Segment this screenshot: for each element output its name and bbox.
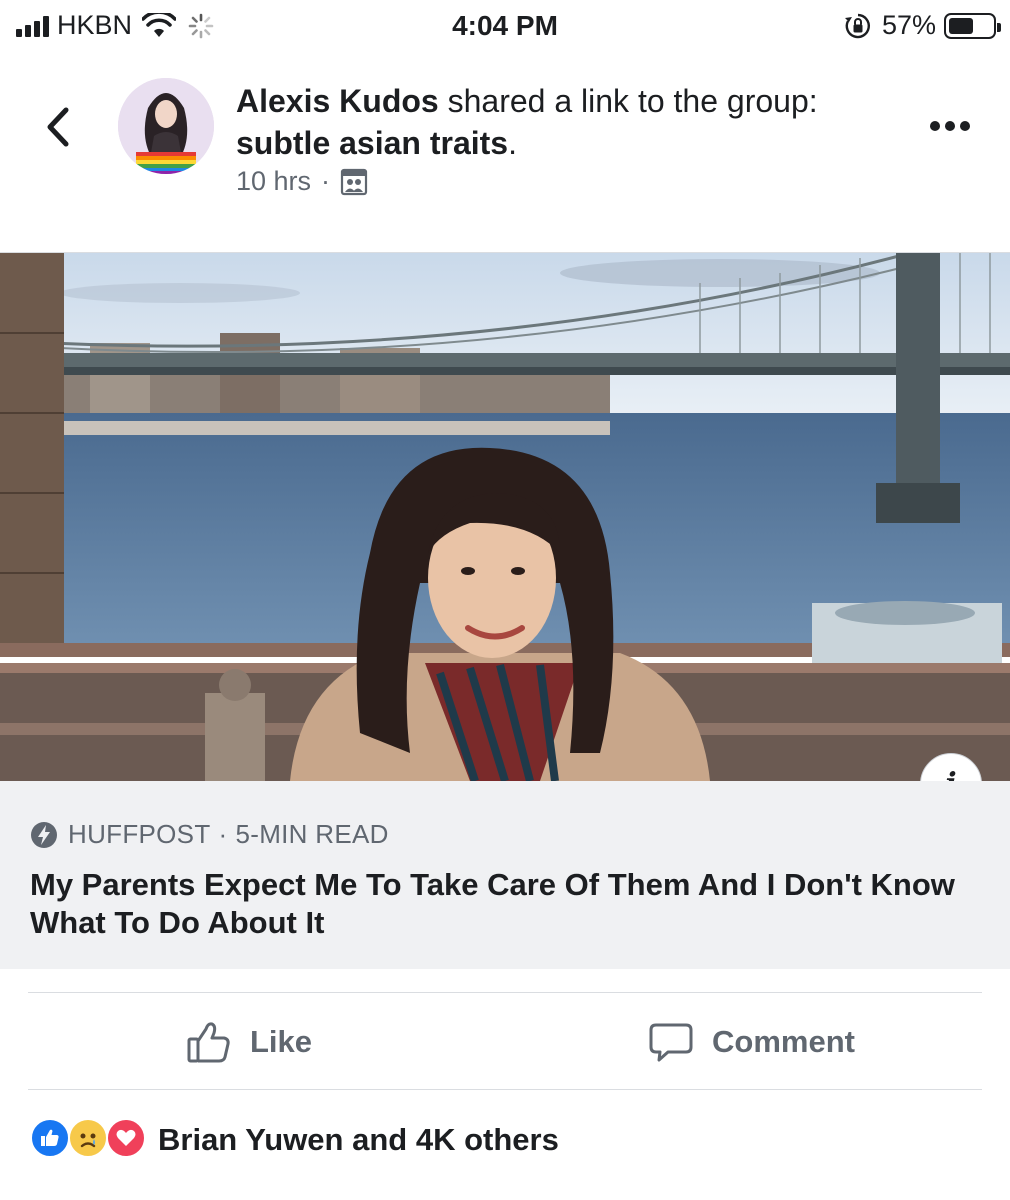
group-name-link[interactable]: subtle asian traits: [236, 125, 508, 161]
post-meta: 10 hrs ·: [236, 166, 368, 197]
post-header: Alexis Kudos shared a link to the group:…: [0, 52, 1010, 252]
battery-icon: [944, 12, 1001, 39]
more-dot-icon: [945, 121, 955, 131]
comment-button[interactable]: Comment: [648, 993, 855, 1091]
post-timestamp[interactable]: 10 hrs: [236, 166, 311, 197]
link-source: HUFFPOST: [68, 819, 211, 849]
comment-icon: [649, 1023, 693, 1062]
comment-label: Comment: [712, 1024, 855, 1059]
like-label: Like: [250, 1024, 313, 1059]
battery-percent: 57%: [881, 10, 936, 40]
reactions-summary-text[interactable]: Brian Yuwen and 4K others: [158, 1122, 559, 1158]
group-name-suffix: .: [508, 125, 517, 161]
status-bar-right: 57%: [844, 10, 1001, 41]
author-avatar[interactable]: [118, 78, 214, 174]
link-source-line: HUFFPOST · 5-MIN READ: [30, 819, 980, 850]
link-read-time: 5-MIN READ: [235, 819, 389, 849]
battery-fill: [949, 17, 973, 34]
status-bar: HKBN 4:04 PM 57%: [0, 0, 1010, 52]
link-info[interactable]: HUFFPOST · 5-MIN READ My Parents Expect …: [0, 781, 1010, 969]
like-button[interactable]: Like: [186, 993, 312, 1091]
author-name-link[interactable]: Alexis Kudos: [236, 83, 439, 119]
post-header-text: Alexis Kudos shared a link to the group:…: [236, 80, 896, 164]
like-reaction-icon: [30, 1118, 70, 1158]
link-preview-image[interactable]: [0, 253, 1010, 781]
sad-reaction-icon: [68, 1118, 108, 1158]
more-dot-icon: [930, 121, 940, 131]
link-preview-card[interactable]: i HUFFPOST · 5-MIN READ My Parents Expec…: [0, 252, 1010, 969]
action-bar: Like Comment: [28, 992, 982, 1090]
reactions-summary[interactable]: Brian Yuwen and 4K others: [30, 1118, 559, 1162]
more-options-button[interactable]: [930, 116, 974, 136]
link-title[interactable]: My Parents Expect Me To Take Care Of The…: [30, 866, 980, 942]
back-button[interactable]: [38, 102, 78, 152]
orientation-lock-icon: [844, 13, 870, 38]
love-reaction-icon: [106, 1118, 146, 1158]
share-action-text: shared a link to the group:: [438, 83, 818, 119]
source-separator: ·: [218, 819, 228, 849]
meta-separator: ·: [321, 166, 331, 196]
reaction-icons: [30, 1118, 150, 1162]
group-icon: [340, 168, 368, 195]
thumbs-up-icon: [187, 1022, 230, 1063]
instant-article-bolt-icon: [31, 821, 57, 848]
more-dot-icon: [960, 121, 970, 131]
